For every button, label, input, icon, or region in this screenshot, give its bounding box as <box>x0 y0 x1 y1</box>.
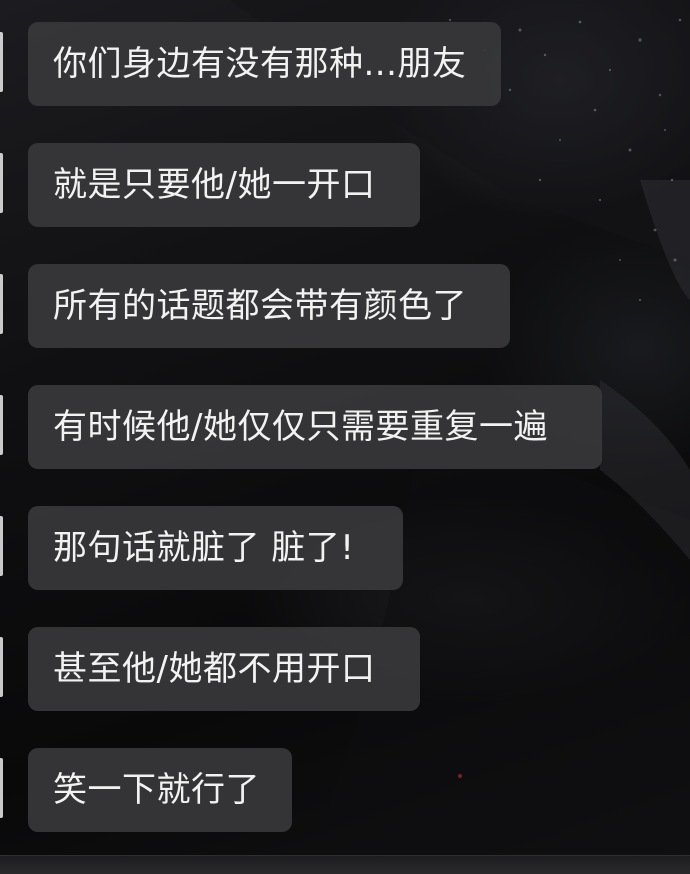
message-text: 所有的话题都会带有颜色了 <box>53 286 467 326</box>
message-bubble[interactable]: 你们身边有没有那种...朋友 <box>28 22 501 106</box>
message-text: 有时候他/她仅仅只需要重复一遍 <box>53 407 548 447</box>
message-text: 那句话就脏了 脏了! <box>53 528 355 568</box>
message-bubble[interactable]: 那句话就脏了 脏了! <box>28 506 403 590</box>
message-text: 笑一下就行了 <box>53 770 260 810</box>
message-bubble[interactable]: 所有的话题都会带有颜色了 <box>28 264 510 348</box>
bottom-bar <box>0 855 690 874</box>
message-bubble[interactable]: 就是只要他/她一开口 <box>28 143 420 227</box>
message-text: 你们身边有没有那种...朋友 <box>53 44 467 84</box>
message-bubble[interactable]: 笑一下就行了 <box>28 748 292 832</box>
message-text: 甚至他/她都不用开口 <box>53 649 376 689</box>
message-bubble[interactable]: 甚至他/她都不用开口 <box>28 627 420 711</box>
message-text: 就是只要他/她一开口 <box>53 165 376 205</box>
message-bubble[interactable]: 有时候他/她仅仅只需要重复一遍 <box>28 385 602 469</box>
chat-message-list: 你们身边有没有那种...朋友 就是只要他/她一开口 所有的话题都会带有颜色了 有… <box>0 0 690 873</box>
